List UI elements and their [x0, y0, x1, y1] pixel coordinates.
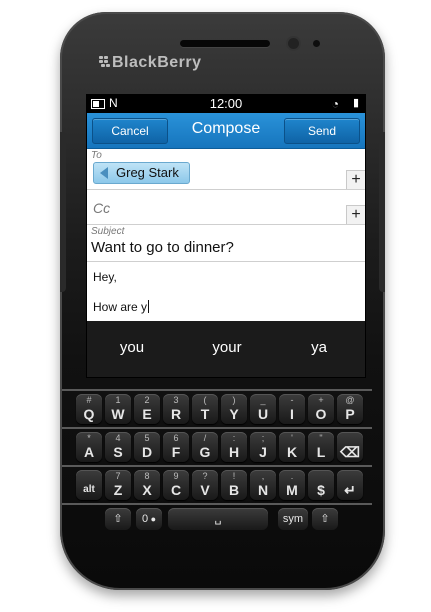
device-screen: N 12:00 ◔ ▮ Cancel Compose Send To Greg … [86, 94, 366, 378]
suggestion-ya[interactable]: ya [284, 339, 354, 356]
key-t[interactable]: (T [192, 394, 218, 424]
text-cursor [148, 300, 150, 313]
key-j[interactable]: ; J [250, 432, 276, 462]
keyboard-fret-1 [62, 389, 372, 391]
currency-key[interactable]: $ [308, 470, 334, 500]
alt-key[interactable]: alt [76, 470, 102, 500]
key-n[interactable]: ,N [250, 470, 276, 500]
compose-title-bar: Cancel Compose Send [87, 113, 365, 149]
keyboard-row-4: ⇧ 0 ● ␣ sym ⇧ [72, 508, 372, 540]
key-m[interactable]: .M [279, 470, 305, 500]
key-s[interactable]: 4S [105, 432, 131, 462]
enter-key[interactable]: ↵ [337, 470, 363, 500]
key-e[interactable]: 2E [134, 394, 160, 424]
word-suggestion-bar: you your ya [87, 321, 365, 377]
recipient-chip[interactable]: Greg Stark [93, 162, 190, 184]
backspace-key[interactable]: ⌫ [337, 432, 363, 462]
key-d[interactable]: 5D [134, 432, 160, 462]
brand-logo-text: BlackBerry [112, 54, 202, 71]
key-k[interactable]: ' K [279, 432, 305, 462]
subject-value: Want to go to dinner? [91, 239, 234, 256]
subject-field[interactable]: Subject Want to go to dinner? [87, 225, 365, 262]
suggestion-you[interactable]: you [97, 339, 167, 356]
key-p[interactable]: @ P [337, 394, 363, 424]
enter-icon: ↵ [344, 482, 356, 498]
keyboard-row-3: alt 7Z 8X 9C ? V ! B ,N .M $ ↵ [72, 470, 372, 502]
to-field[interactable]: To Greg Stark + [87, 149, 365, 190]
key-b[interactable]: ! B [221, 470, 247, 500]
microphone-icon: ● [148, 514, 157, 524]
key-l[interactable]: " L [308, 432, 334, 462]
status-time: 12:00 [209, 96, 243, 111]
keyboard-fret-3 [62, 465, 372, 467]
key-g[interactable]: / G [192, 432, 218, 462]
proximity-sensor [313, 40, 320, 47]
key-x[interactable]: 8X [134, 470, 160, 500]
signal-icon: ▮ [352, 97, 359, 109]
backspace-icon: ⌫ [340, 444, 360, 460]
shift-left-key[interactable]: ⇧ [105, 508, 131, 530]
zero-mic-key[interactable]: 0 ● [136, 508, 162, 530]
phone-right-edge [379, 132, 385, 292]
sym-key[interactable]: sym [278, 508, 308, 530]
key-o[interactable]: + O [308, 394, 334, 424]
key-f[interactable]: 6F [163, 432, 189, 462]
key-u[interactable]: _ U [250, 394, 276, 424]
add-cc-icon[interactable]: + [346, 205, 365, 224]
body-line-1: Hey, [93, 270, 117, 284]
shift-right-key[interactable]: ⇧ [312, 508, 338, 530]
sym-label: sym [282, 513, 304, 525]
key-v[interactable]: ? V [192, 470, 218, 500]
wifi-icon: ◔ [331, 97, 339, 111]
space-key[interactable]: ␣ [168, 508, 268, 530]
body-line-2: How are y [93, 300, 150, 314]
cc-field[interactable]: Cc + [87, 190, 365, 225]
key-i[interactable]: -I [279, 394, 305, 424]
phone-left-edge [60, 132, 66, 292]
front-camera [288, 38, 299, 49]
earpiece [180, 40, 270, 47]
send-button[interactable]: Send [284, 118, 360, 144]
body-line-2-text: How are y [93, 300, 148, 314]
suggestion-your[interactable]: your [192, 339, 262, 356]
blackberry-logo-icon [99, 56, 111, 68]
key-c[interactable]: 9C [163, 470, 189, 500]
key-r[interactable]: 3R [163, 394, 189, 424]
key-z[interactable]: 7Z [105, 470, 131, 500]
message-body-field[interactable]: Hey, How are y [87, 262, 365, 320]
add-recipient-icon[interactable]: + [346, 170, 365, 189]
status-bar: N 12:00 ◔ ▮ [87, 95, 365, 113]
key-y[interactable]: ) Y [221, 394, 247, 424]
key-a[interactable]: * A [76, 432, 102, 462]
shift-icon: ⇧ [113, 513, 123, 525]
keyboard-fret-4 [62, 503, 372, 505]
keyboard-fret-2 [62, 427, 372, 429]
to-label: To [91, 150, 102, 161]
space-icon: ␣ [214, 513, 222, 525]
keyboard-row-1: # Q 1W 2E 3R (T ) Y _ U -I + O @ P [72, 394, 372, 426]
key-w[interactable]: 1W [105, 394, 131, 424]
shift-icon: ⇧ [320, 513, 330, 525]
cc-placeholder: Cc [93, 200, 111, 216]
keyboard-row-2: * A 4S 5D 6F / G :H ; J ' K " L ⌫ [72, 432, 372, 464]
key-h[interactable]: :H [221, 432, 247, 462]
subject-label: Subject [91, 226, 125, 237]
key-q[interactable]: # Q [76, 394, 102, 424]
